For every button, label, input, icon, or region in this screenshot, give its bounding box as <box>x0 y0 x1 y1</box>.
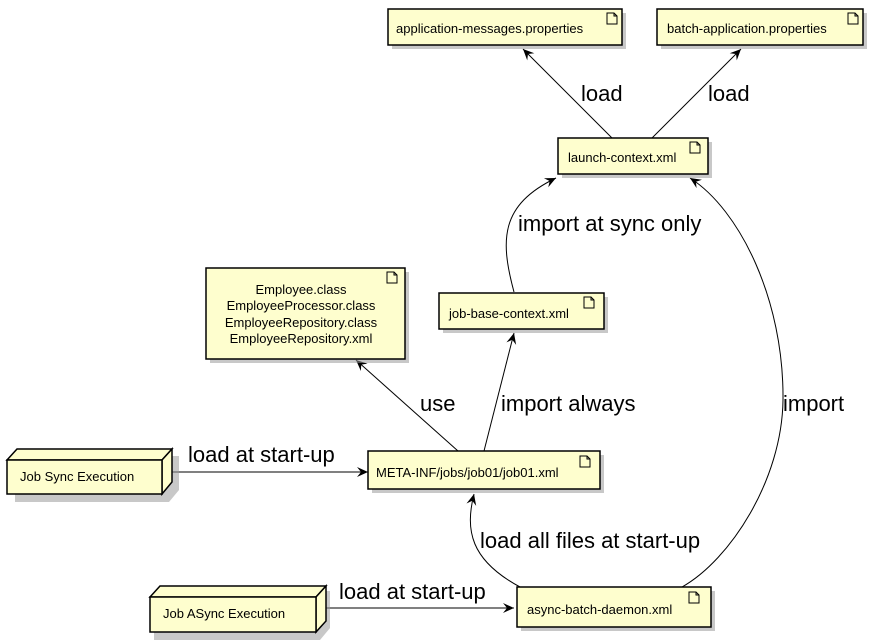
node-batch-application-properties[interactable]: batch-application.properties <box>656 8 867 49</box>
deployment-diagram: load load import at sync only use import… <box>5 8 867 640</box>
edge-label-async-load-at-start-up: load at start-up <box>339 579 486 604</box>
node-label: job-base-context.xml <box>448 306 569 321</box>
edge-label-import-at-sync-only: import at sync only <box>518 211 701 236</box>
node-job-sync-execution[interactable]: Job Sync Execution <box>5 447 179 502</box>
node-application-messages-properties[interactable]: application-messages.properties <box>387 8 626 49</box>
node-job-base-context-xml[interactable]: job-base-context.xml <box>438 292 608 333</box>
edge-label-sync-load-at-start-up: load at start-up <box>188 442 335 467</box>
node-label: Job Sync Execution <box>20 469 134 484</box>
node-label: application-messages.properties <box>396 21 584 36</box>
edge-label-use: use <box>420 391 455 416</box>
node-label: async-batch-daemon.xml <box>527 602 672 617</box>
node-label-line: EmployeeProcessor.class <box>227 298 376 313</box>
edge-label-load-batch-app: load <box>708 81 750 106</box>
node-job01-xml[interactable]: META-INF/jobs/job01/job01.xml <box>367 450 604 493</box>
node-job-async-execution[interactable]: Job ASync Execution <box>148 584 330 640</box>
node-label-line: EmployeeRepository.xml <box>230 331 373 346</box>
edge-label-load-all-files: load all files at start-up <box>480 528 700 553</box>
node-launch-context-xml[interactable]: launch-context.xml <box>557 137 712 178</box>
edge-label-load-app-messages: load <box>581 81 623 106</box>
node-label: launch-context.xml <box>568 150 676 165</box>
node-label: META-INF/jobs/job01/job01.xml <box>376 465 559 480</box>
node-async-batch-daemon-xml[interactable]: async-batch-daemon.xml <box>516 586 715 631</box>
node-label-line: Employee.class <box>255 282 347 297</box>
node-label: batch-application.properties <box>667 21 827 36</box>
node-employee-files[interactable]: Employee.class EmployeeProcessor.class E… <box>205 267 409 363</box>
edge-label-import: import <box>783 391 844 416</box>
node-label-line: EmployeeRepository.class <box>225 315 378 330</box>
edge-daemon-to-launch <box>681 177 784 588</box>
edge-label-import-always: import always <box>501 391 635 416</box>
node-label: Job ASync Execution <box>163 606 285 621</box>
